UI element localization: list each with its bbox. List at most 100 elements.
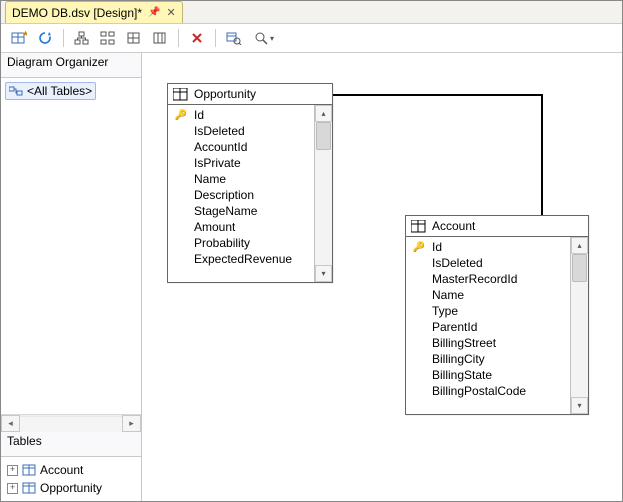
- organizer-list: <All Tables>: [1, 78, 141, 104]
- document-tab-title: DEMO DB.dsv [Design]*: [12, 6, 142, 20]
- grid-view-button[interactable]: [122, 26, 146, 50]
- add-table-button[interactable]: ★: [7, 26, 31, 50]
- column-row[interactable]: MasterRecordId: [406, 271, 570, 287]
- column-name: IsPrivate: [194, 156, 241, 170]
- column-name: BillingPostalCode: [432, 384, 526, 398]
- column-row[interactable]: BillingPostalCode: [406, 383, 570, 399]
- scroll-left-button[interactable]: ◂: [1, 415, 20, 432]
- horizontal-scrollbar[interactable]: ◂ ▸: [1, 414, 141, 432]
- diagram-icon: [9, 85, 23, 97]
- toolbar-separator: [63, 29, 64, 47]
- table-icon: [411, 220, 426, 233]
- tree-item-label: Account: [40, 463, 83, 477]
- delete-button[interactable]: [185, 26, 209, 50]
- diagram-canvas[interactable]: Opportunity 🔑Id IsDeleted AccountId IsPr…: [142, 53, 622, 501]
- scroll-track[interactable]: [315, 122, 332, 265]
- table-header[interactable]: Account: [406, 216, 588, 237]
- column-row[interactable]: IsDeleted: [406, 255, 570, 271]
- column-name: Name: [432, 288, 464, 302]
- close-icon[interactable]: ✕: [167, 6, 176, 19]
- column-list: 🔑Id IsDeleted MasterRecordId Name Type P…: [406, 237, 570, 414]
- column-name: BillingCity: [432, 352, 485, 366]
- column-name: Type: [432, 304, 458, 318]
- document-tab[interactable]: DEMO DB.dsv [Design]* 📌 ✕: [5, 1, 183, 23]
- key-icon: 🔑: [172, 110, 190, 121]
- column-name: AccountId: [194, 140, 247, 154]
- app-window: DEMO DB.dsv [Design]* 📌 ✕ ★: [0, 0, 623, 502]
- table-icon: [22, 464, 36, 476]
- table-header[interactable]: Opportunity: [168, 84, 332, 105]
- column-row[interactable]: Name: [168, 171, 314, 187]
- scroll-down-button[interactable]: ▾: [571, 397, 588, 414]
- toolbar-separator: [178, 29, 179, 47]
- column-row[interactable]: ParentId: [406, 319, 570, 335]
- column-row[interactable]: 🔑Id: [406, 239, 570, 255]
- document-tabstrip: DEMO DB.dsv [Design]* 📌 ✕: [1, 1, 622, 24]
- scroll-up-button[interactable]: ▴: [315, 105, 332, 122]
- column-name: Id: [432, 240, 442, 254]
- column-row[interactable]: ExpectedRevenue: [168, 251, 314, 267]
- expand-icon[interactable]: +: [7, 465, 18, 476]
- zoom-button[interactable]: ▾: [248, 26, 280, 50]
- toolbar-separator: [215, 29, 216, 47]
- column-name: Name: [194, 172, 226, 186]
- toolbar: ★ ▾: [1, 24, 622, 53]
- scroll-thumb[interactable]: [572, 254, 587, 282]
- column-row[interactable]: 🔑 Id: [168, 107, 314, 123]
- scroll-thumb[interactable]: [316, 122, 331, 150]
- tree-item-opportunity[interactable]: + Opportunity: [7, 479, 135, 497]
- auto-layout-button[interactable]: [96, 26, 120, 50]
- organizer-item-all-tables[interactable]: <All Tables>: [5, 82, 96, 100]
- sidebar: Diagram Organizer <All Tables> ◂ ▸ Table…: [1, 53, 142, 501]
- column-name: Description: [194, 188, 254, 202]
- column-row[interactable]: AccountId: [168, 139, 314, 155]
- refresh-button[interactable]: [33, 26, 57, 50]
- table-icon: [22, 482, 36, 494]
- scroll-down-button[interactable]: ▾: [315, 265, 332, 282]
- tables-header: Tables: [1, 432, 141, 457]
- column-row[interactable]: Name: [406, 287, 570, 303]
- column-view-button[interactable]: [148, 26, 172, 50]
- column-name: IsDeleted: [194, 124, 245, 138]
- workspace: Diagram Organizer <All Tables> ◂ ▸ Table…: [1, 53, 622, 501]
- column-name: Amount: [194, 220, 235, 234]
- table-opportunity[interactable]: Opportunity 🔑 Id IsDeleted AccountId IsPr…: [167, 83, 333, 283]
- column-name: Probability: [194, 236, 250, 250]
- column-name: MasterRecordId: [432, 272, 517, 286]
- organizer-spacer: ◂ ▸: [1, 104, 141, 432]
- pin-icon[interactable]: 📌: [148, 7, 160, 18]
- column-name: IsDeleted: [432, 256, 483, 270]
- scroll-right-button[interactable]: ▸: [122, 415, 141, 432]
- svg-text:★: ★: [22, 31, 27, 38]
- scroll-track[interactable]: [20, 416, 122, 432]
- column-name: ExpectedRevenue: [194, 252, 292, 266]
- column-row[interactable]: IsDeleted: [168, 123, 314, 139]
- column-row[interactable]: Probability: [168, 235, 314, 251]
- table-title: Account: [432, 219, 475, 233]
- table-icon: [173, 88, 188, 101]
- column-row[interactable]: IsPrivate: [168, 155, 314, 171]
- column-row[interactable]: BillingStreet: [406, 335, 570, 351]
- column-row[interactable]: Amount: [168, 219, 314, 235]
- column-name: Id: [194, 108, 204, 122]
- column-row[interactable]: StageName: [168, 203, 314, 219]
- hierarchy-button[interactable]: [70, 26, 94, 50]
- column-name: BillingState: [432, 368, 492, 382]
- column-list: 🔑 Id IsDeleted AccountId IsPrivate Name D…: [168, 105, 314, 282]
- column-row[interactable]: BillingCity: [406, 351, 570, 367]
- tree-item-account[interactable]: + Account: [7, 461, 135, 479]
- scroll-up-button[interactable]: ▴: [571, 237, 588, 254]
- column-row[interactable]: BillingState: [406, 367, 570, 383]
- column-row[interactable]: Description: [168, 187, 314, 203]
- column-name: StageName: [194, 204, 257, 218]
- find-table-button[interactable]: [222, 26, 246, 50]
- vertical-scrollbar[interactable]: ▴ ▾: [570, 237, 588, 414]
- scroll-track[interactable]: [571, 254, 588, 397]
- column-name: ParentId: [432, 320, 477, 334]
- table-account[interactable]: Account 🔑Id IsDeleted MasterRecordId Nam…: [405, 215, 589, 415]
- expand-icon[interactable]: +: [7, 483, 18, 494]
- column-row[interactable]: Type: [406, 303, 570, 319]
- vertical-scrollbar[interactable]: ▴ ▾: [314, 105, 332, 282]
- table-title: Opportunity: [194, 87, 256, 101]
- column-name: BillingStreet: [432, 336, 496, 350]
